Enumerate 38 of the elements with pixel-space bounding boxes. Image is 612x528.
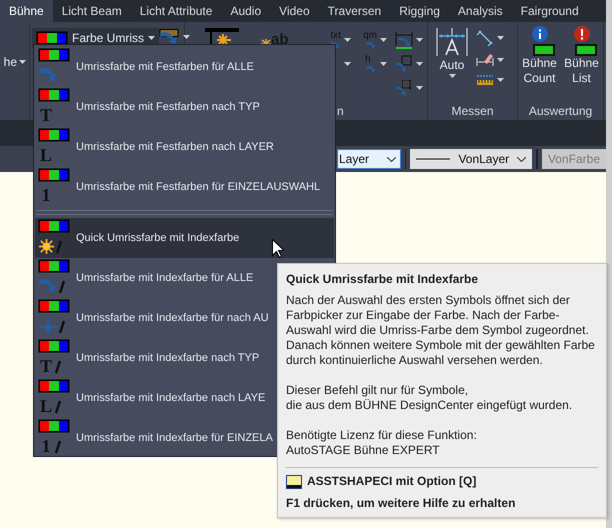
ribbon-tab[interactable]: Licht Attribute <box>130 0 222 22</box>
letter-glyph: L <box>38 397 53 415</box>
ribbon-tab[interactable]: Fairground <box>512 0 588 22</box>
icon-text: h <box>365 54 371 64</box>
ribbon-tab[interactable]: Traversen <box>318 0 390 22</box>
menu-item[interactable]: L Umrissfarbe mit Festfarben nach LAYER <box>35 127 334 167</box>
tooltip-text: Nach der Auswahl des ersten Symbols öffnet sich der Farbpicker zur Eingabe der Farbe. Nach der Farbe-Auswahl wird die Umriss-Farbe dem Symbol zugeordnet. Danach können weitere Symbole mit der gewählten Farbe durch kontinuierliche Auswahl versehen werden. <box>286 293 596 368</box>
ribbon-tab[interactable]: Analysis <box>448 0 512 22</box>
panel-label: Messen <box>451 104 494 118</box>
ribbon-tab[interactable]: Audio <box>221 0 270 22</box>
ribbon-tab[interactable]: Rigging <box>390 0 449 22</box>
menu-item[interactable]: T Umrissfarbe mit Festfarben nach TYP <box>35 87 334 127</box>
ribbon-tab[interactable]: Bühne <box>0 0 53 22</box>
panel-label: Auswertung <box>528 104 592 118</box>
icon-text: txt <box>330 30 341 40</box>
letter-glyph: T <box>38 357 53 375</box>
linetype-dropdown[interactable]: VonLayer <box>410 149 532 169</box>
layer-dropdown[interactable]: Layer <box>337 149 401 169</box>
ribbon-tab[interactable]: Licht Beam <box>52 0 131 22</box>
ribbon-label[interactable]: he <box>4 55 17 69</box>
icon-text: qm <box>363 30 377 40</box>
tooltip-text: Benötigte Lizenz für diese Funktion: AutoSTAGE Bühne EXPERT <box>286 428 478 458</box>
auto-measure-button[interactable]: Auto <box>428 22 472 102</box>
report-button[interactable]: Bühne Count <box>518 22 560 102</box>
letter-glyph: 1 <box>40 437 52 455</box>
tooltip-text: Dieser Befehl gilt nur für Symbole, die aus dem BÜHNE DesignCenter eingefügt wurden. <box>286 383 574 413</box>
letter-glyph: L <box>38 146 53 164</box>
tooltip-title: Quick Umrissfarbe mit Indexfarbe <box>286 272 480 287</box>
menu-item[interactable]: Quick Umrissfarbe mit Indexfarbe <box>35 218 334 258</box>
menu-item[interactable]: Umrissfarbe mit Festfarben für ALLE <box>35 47 334 87</box>
command-name: ASSTSHAPECI mit Option [Q] <box>307 474 476 489</box>
letter-glyph: T <box>38 106 53 124</box>
report-button[interactable]: Bühne List <box>560 22 602 102</box>
help-hint: F1 drücken, um weitere Hilfe zu erhalten <box>286 496 516 511</box>
menu-item[interactable]: 1 Umrissfarbe mit Festfarben für EINZELAUSWAHL <box>35 167 334 207</box>
letter-glyph: 1 <box>40 186 52 204</box>
panel-label: n <box>337 104 344 118</box>
ribbon-tab[interactable]: Video <box>270 0 319 22</box>
